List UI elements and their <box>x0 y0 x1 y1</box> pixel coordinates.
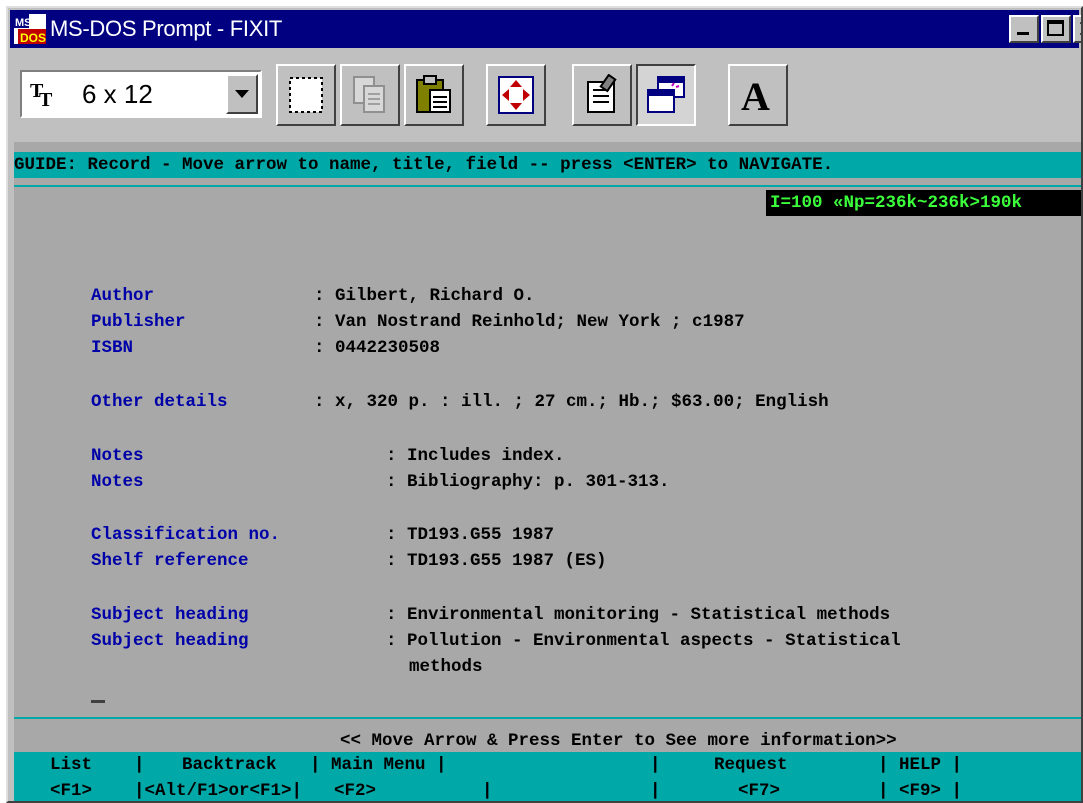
fkey-f7[interactable]: <F7> <box>738 778 780 801</box>
fkey-list-label[interactable]: List <box>50 752 92 778</box>
fkey-f9[interactable]: | <F9> | <box>878 778 962 801</box>
fkey-separator: | <box>650 755 661 775</box>
paste-button[interactable] <box>404 64 464 126</box>
properties-button[interactable] <box>572 64 632 126</box>
field-value-subject-heading[interactable]: : Environmental monitoring - Statistical… <box>386 602 890 628</box>
field-value-publisher[interactable]: : Van Nostrand Reinhold; New York ; c198… <box>314 309 745 335</box>
memory-status: I=100 «Np=236k~236k>190k <box>766 190 1081 216</box>
dos-screen[interactable]: GUIDE: Record - Move arrow to name, titl… <box>14 142 1081 801</box>
guide-divider <box>14 185 1081 187</box>
fkey-separator: | <box>650 781 661 801</box>
mark-icon <box>289 77 323 113</box>
field-value-other-details[interactable]: : x, 320 p. : ill. ; 27 cm.; Hb.; $63.00… <box>314 389 829 415</box>
minimize-button[interactable] <box>1009 15 1039 43</box>
truetype-icon: T T <box>30 80 53 109</box>
fkey-backtrack-label[interactable]: Backtrack <box>182 752 277 778</box>
function-key-bar: List | Backtrack | Main Menu | | Request… <box>14 752 1081 801</box>
properties-icon <box>587 74 617 113</box>
msdos-window: MS DOS MS-DOS Prompt - FIXIT T T 6 x 12 <box>6 6 1083 803</box>
svg-text:MS: MS <box>15 17 32 29</box>
toolbar: T T 6 x 12 A <box>10 50 1081 140</box>
background-button[interactable] <box>636 64 696 126</box>
svg-text:T: T <box>39 89 53 109</box>
bottom-divider <box>14 717 1081 719</box>
fkey-main-menu-label[interactable]: | Main Menu | <box>310 752 447 778</box>
window-title: MS-DOS Prompt - FIXIT <box>50 16 283 41</box>
guide-bar: GUIDE: Record - Move arrow to name, titl… <box>14 152 1081 178</box>
field-value-notes[interactable]: : Bibliography: p. 301-313. <box>386 469 670 495</box>
field-label-other-details[interactable]: Other details <box>91 389 228 415</box>
navigation-hint: << Move Arrow & Press Enter to See more … <box>340 731 897 751</box>
field-value-shelf-reference[interactable]: : TD193.G55 1987 (ES) <box>386 548 607 574</box>
paste-icon <box>416 75 451 113</box>
field-label-notes[interactable]: Notes <box>91 443 144 469</box>
font-button[interactable]: A <box>728 64 788 126</box>
field-value-notes[interactable]: : Includes index. <box>386 443 565 469</box>
msdos-app-icon: MS DOS <box>14 14 46 44</box>
font-icon: A <box>741 74 770 116</box>
field-value-subject-heading[interactable]: : Pollution - Environmental aspects - St… <box>386 628 901 654</box>
fkey-request-label[interactable]: Request <box>714 752 788 778</box>
text-cursor <box>91 700 105 703</box>
fkey-separator: | <box>134 755 145 775</box>
field-label-classification[interactable]: Classification no. <box>91 522 280 548</box>
mark-button[interactable] <box>276 64 336 126</box>
svg-text:DOS: DOS <box>20 31 46 44</box>
field-label-isbn[interactable]: ISBN <box>91 335 133 361</box>
copy-icon <box>353 76 385 113</box>
fkey-f1[interactable]: <F1> <box>50 778 92 801</box>
font-size-value: 6 x 12 <box>82 79 153 109</box>
font-size-dropdown-button[interactable] <box>226 74 258 114</box>
field-value-subject-heading-continued: methods <box>409 657 483 677</box>
fkey-f2[interactable]: <F2> <box>334 778 376 801</box>
field-label-subject-heading[interactable]: Subject heading <box>91 628 249 654</box>
close-button[interactable] <box>1073 15 1081 43</box>
field-value-isbn[interactable]: : 0442230508 <box>314 335 440 361</box>
field-value-author[interactable]: : Gilbert, Richard O. <box>314 283 535 309</box>
close-icon <box>1079 22 1081 35</box>
field-label-notes[interactable]: Notes <box>91 469 144 495</box>
fkey-separator: | <box>482 781 493 801</box>
copy-button[interactable] <box>340 64 400 126</box>
font-size-select[interactable]: T T 6 x 12 <box>20 70 262 118</box>
maximize-button[interactable] <box>1041 15 1071 43</box>
field-label-subject-heading[interactable]: Subject heading <box>91 602 249 628</box>
field-label-author[interactable]: Author <box>91 283 154 309</box>
fullscreen-icon <box>498 76 534 114</box>
chevron-down-icon <box>235 90 249 98</box>
field-label-publisher[interactable]: Publisher <box>91 309 186 335</box>
field-label-shelf-reference[interactable]: Shelf reference <box>91 548 249 574</box>
fullscreen-button[interactable] <box>486 64 546 126</box>
fkey-help-label[interactable]: | HELP | <box>878 752 962 778</box>
field-value-classification[interactable]: : TD193.G55 1987 <box>386 522 554 548</box>
fkey-alt-f1[interactable]: |<Alt/F1>or<F1>| <box>134 778 302 801</box>
svg-text:A: A <box>741 74 770 116</box>
background-icon <box>647 76 685 113</box>
minimize-icon <box>1017 32 1029 35</box>
maximize-icon <box>1047 20 1064 36</box>
title-bar[interactable]: MS DOS MS-DOS Prompt - FIXIT <box>10 10 1081 48</box>
